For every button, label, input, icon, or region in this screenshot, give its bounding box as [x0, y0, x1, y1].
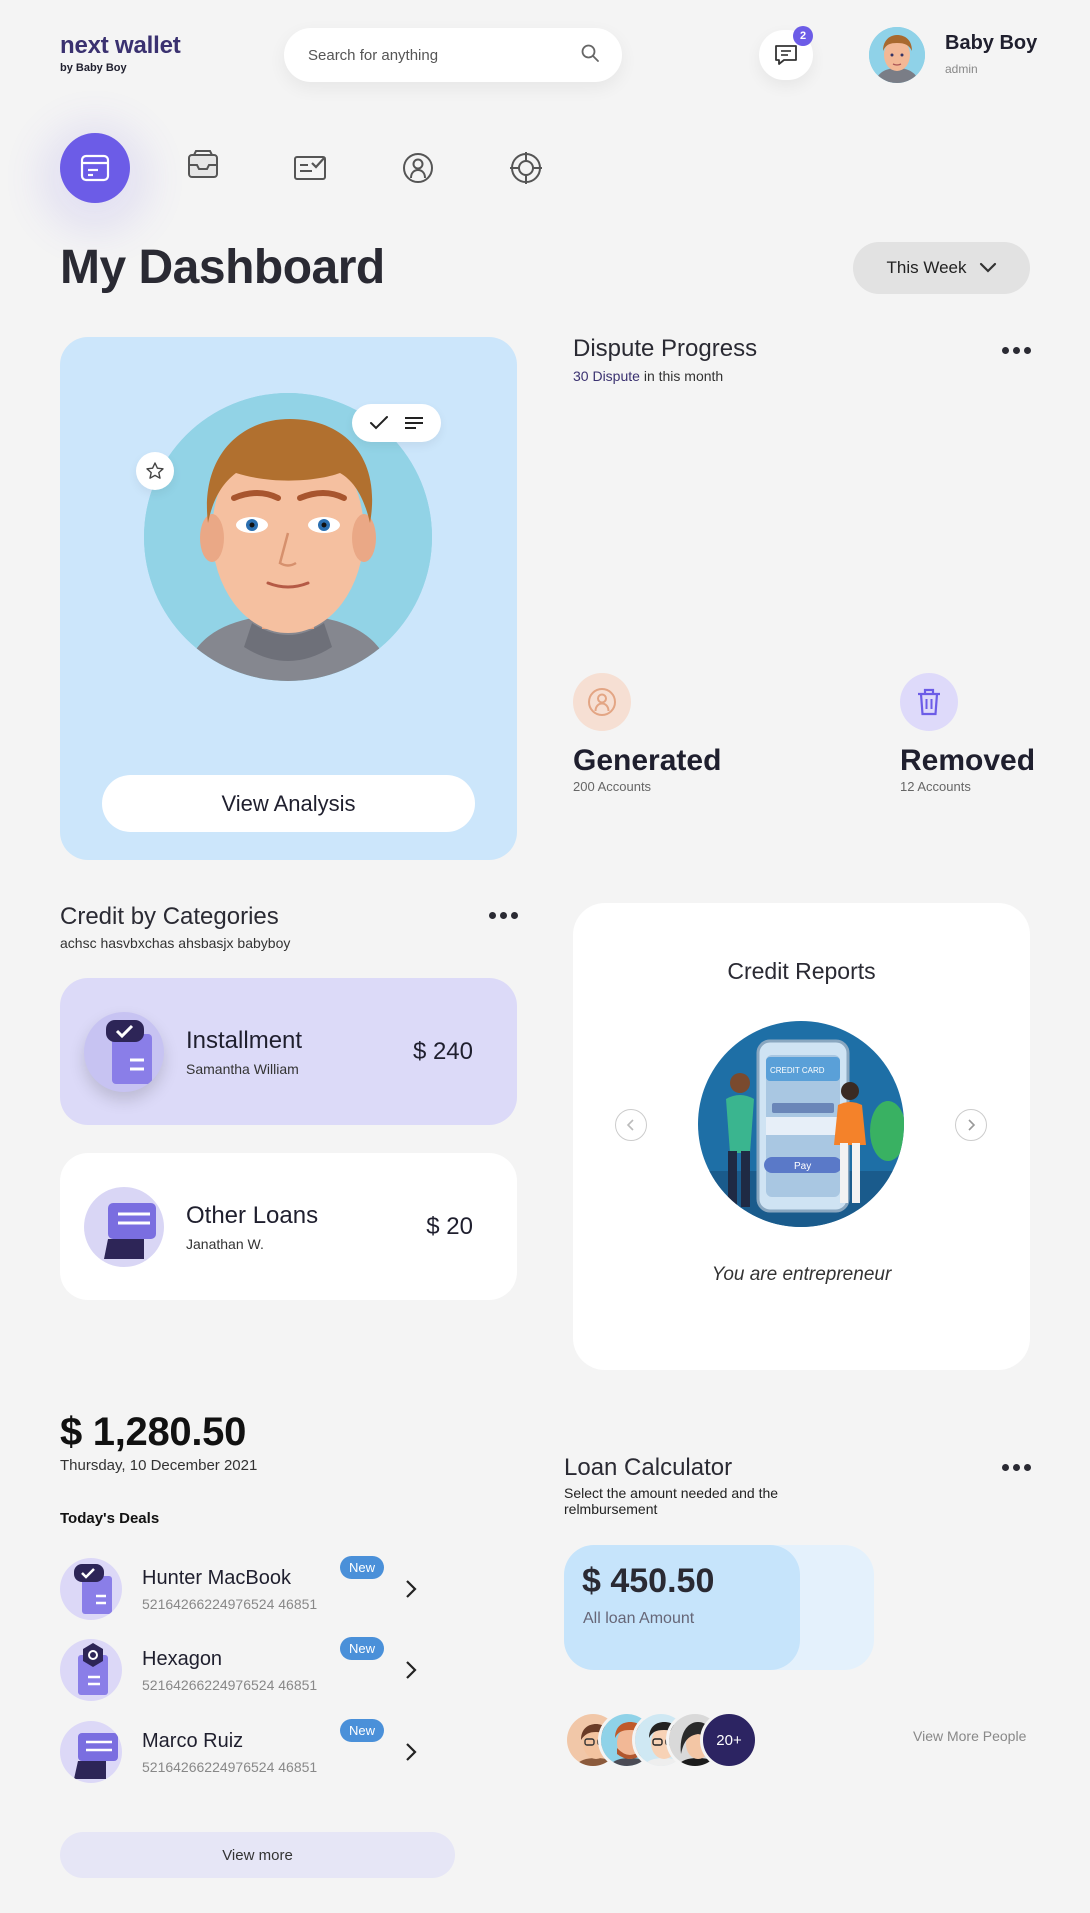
credit-card-label: CREDIT CARD	[770, 1066, 825, 1075]
document-stack-icon	[60, 1721, 122, 1783]
category-amount: $ 20	[426, 1212, 473, 1240]
chevron-right-icon[interactable]	[404, 1578, 418, 1600]
chevron-down-icon	[979, 262, 996, 273]
dispute-count: 30 Dispute	[573, 368, 640, 384]
user-name: Baby Boy	[945, 32, 1038, 54]
category-name: Installment	[186, 1026, 303, 1054]
check-icon[interactable]	[369, 415, 389, 431]
chevron-right-icon[interactable]	[404, 1741, 418, 1763]
view-more-people-link[interactable]: View More People	[913, 1728, 1026, 1744]
loan-title: Loan Calculator	[564, 1454, 733, 1481]
inbox-icon	[188, 150, 218, 178]
removed-title: Removed	[900, 744, 1036, 777]
generated-sub: 200 Accounts	[573, 779, 652, 794]
people-avatars[interactable]: 20+	[564, 1711, 758, 1769]
brand-name: next wallet	[60, 32, 181, 59]
category-person: Janathan W.	[186, 1235, 264, 1252]
balance-amount: $ 1,280.50	[60, 1410, 247, 1454]
deal-code: 52164266224976524 46851	[142, 1676, 318, 1693]
messages-button[interactable]: 2	[759, 26, 813, 80]
generated-badge	[573, 673, 631, 731]
profile-icon	[588, 688, 616, 716]
favorite-button[interactable]	[136, 452, 174, 490]
nav-wallet[interactable]	[60, 133, 130, 203]
carousel-prev-button[interactable]	[615, 1109, 647, 1141]
dispute-title: Dispute Progress	[573, 335, 758, 362]
balance-date: Thursday, 10 December 2021	[60, 1457, 258, 1474]
new-badge: New	[340, 1637, 385, 1660]
menu-lines-icon[interactable]	[404, 416, 424, 430]
chevron-right-icon	[968, 1119, 976, 1131]
reports-illustration: CREDIT CARD Pay	[698, 1021, 904, 1227]
new-badge: New	[340, 1556, 385, 1579]
clipboard-check-icon	[60, 1558, 122, 1620]
chat-icon	[775, 45, 797, 65]
search-bar[interactable]	[284, 28, 622, 82]
dispute-more-menu[interactable]	[1002, 347, 1031, 354]
clipboard-hexagon-icon	[60, 1639, 122, 1701]
profile-tools	[352, 404, 441, 442]
new-badge: New	[340, 1719, 385, 1742]
page-title: My Dashboard	[60, 241, 385, 294]
carousel-next-button[interactable]	[955, 1109, 987, 1141]
more-people-count[interactable]: 20+	[700, 1711, 758, 1769]
task-icon	[294, 156, 326, 180]
reports-title: Credit Reports	[727, 958, 876, 984]
search-icon[interactable]	[580, 43, 600, 68]
deal-row[interactable]: Marco Ruiz 52164266224976524 46851 New	[60, 1719, 430, 1785]
deal-row[interactable]: Hexagon 52164266224976524 46851 New	[60, 1637, 430, 1703]
brand-sub: by Baby Boy	[60, 62, 127, 74]
removed-sub: 12 Accounts	[900, 779, 971, 794]
period-dropdown[interactable]: This Week	[853, 242, 1030, 294]
pay-label: Pay	[794, 1161, 811, 1172]
category-person: Samantha William	[186, 1060, 299, 1077]
deal-row[interactable]: Hunter MacBook 52164266224976524 46851 N…	[60, 1556, 430, 1622]
period-label: This Week	[886, 258, 967, 277]
star-icon	[146, 462, 164, 479]
profile-icon	[403, 153, 433, 183]
nav-tasks[interactable]	[290, 147, 330, 187]
category-name: Other Loans	[186, 1201, 319, 1229]
chevron-left-icon	[626, 1119, 634, 1131]
target-icon	[510, 152, 542, 184]
deal-code: 52164266224976524 46851	[142, 1758, 318, 1775]
loan-amount-label: All loan Amount	[583, 1610, 695, 1627]
removed-badge	[900, 673, 958, 731]
trash-icon	[918, 688, 940, 716]
categories-title: Credit by Categories	[60, 903, 279, 930]
notification-badge: 2	[793, 26, 813, 46]
reports-caption: You are entrepreneur	[711, 1264, 892, 1285]
view-analysis-button[interactable]: View Analysis	[102, 775, 475, 832]
nav-target[interactable]	[506, 148, 546, 188]
view-more-button[interactable]: View more	[60, 1832, 455, 1878]
clipboard-check-icon	[84, 1011, 164, 1092]
deals-title: Today's Deals	[60, 1510, 160, 1527]
wallet-icon	[80, 154, 110, 182]
categories-more-menu[interactable]	[489, 912, 518, 919]
dispute-subtitle: 30 Dispute in this month	[573, 368, 723, 384]
nav-inbox[interactable]	[183, 145, 223, 185]
generated-title: Generated	[573, 744, 722, 777]
nav-profile[interactable]	[398, 148, 438, 188]
document-stack-icon	[84, 1186, 164, 1267]
loan-amount: $ 450.50	[582, 1562, 715, 1600]
category-card-installment[interactable]: Installment Samantha William $ 240	[60, 978, 517, 1125]
loan-more-menu[interactable]	[1002, 1464, 1031, 1471]
loan-subtitle: Select the amount needed and the relmbur…	[564, 1485, 779, 1518]
dispute-suffix: in this month	[639, 368, 724, 384]
category-amount: $ 240	[412, 1037, 473, 1065]
chevron-right-icon[interactable]	[404, 1659, 418, 1681]
deal-code: 52164266224976524 46851	[142, 1595, 318, 1612]
brand[interactable]: next wallet by Baby Boy	[60, 32, 181, 74]
search-input[interactable]	[308, 46, 580, 64]
categories-subtitle: achsc hasvbxchas ahsbasjx babyboy	[60, 935, 291, 951]
user-role: admin	[945, 62, 978, 76]
category-card-other-loans[interactable]: Other Loans Janathan W. $ 20	[60, 1153, 517, 1300]
user-avatar[interactable]	[869, 27, 925, 83]
